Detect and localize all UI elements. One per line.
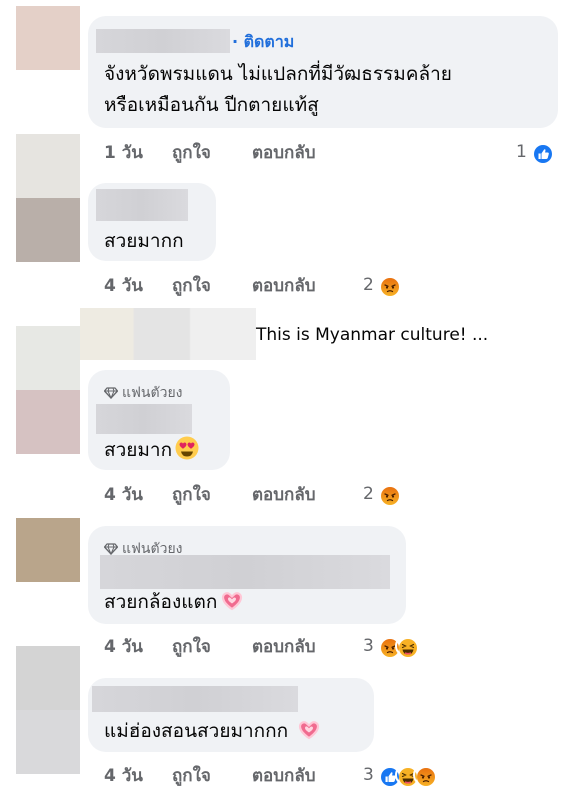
heart-eyes-icon bbox=[174, 435, 200, 470]
reply-button[interactable]: ตอบกลับ bbox=[252, 762, 316, 789]
like-button[interactable]: ถูกใจ bbox=[172, 139, 252, 166]
reply-button[interactable]: ตอบกลับ bbox=[252, 633, 316, 660]
like-button[interactable]: ถูกใจ bbox=[172, 272, 252, 299]
angry-icon bbox=[412, 764, 435, 786]
comment-text: แม่ฮ่องสอนสวยมากกก bbox=[104, 716, 322, 751]
reaction-count: 3 bbox=[363, 636, 374, 656]
comment-text: สวยกล้องแตก bbox=[104, 587, 245, 622]
commenter-name-redacted[interactable] bbox=[92, 686, 298, 712]
follow-link[interactable]: · ติดตาม bbox=[232, 30, 294, 55]
diamond-icon bbox=[104, 543, 118, 555]
comment-text-content: สวยกล้องแตก bbox=[104, 591, 218, 613]
comment-text-content: แม่ฮ่องสอนสวยมากกก bbox=[104, 720, 295, 742]
comment-text-line-2: หรือเหมือนกัน ปีกตายแท้สู bbox=[104, 94, 319, 116]
sparkling-heart-icon bbox=[296, 716, 322, 751]
avatar[interactable] bbox=[16, 198, 80, 262]
avatar[interactable] bbox=[16, 326, 80, 390]
avatar[interactable] bbox=[16, 390, 80, 454]
avatar[interactable] bbox=[16, 518, 80, 582]
reaction-summary[interactable]: 3 bbox=[363, 633, 417, 659]
sparkling-heart-icon bbox=[219, 587, 245, 622]
comment-time[interactable]: 4 วัน bbox=[104, 633, 172, 660]
comment-text: สวยมากก bbox=[104, 230, 184, 252]
top-fan-badge: แฟนตัวยง bbox=[104, 382, 183, 404]
comment-actions: 4 วัน ถูกใจ ตอบกลับ bbox=[104, 481, 316, 507]
badge-label: แฟนตัวยง bbox=[122, 385, 183, 401]
diamond-icon bbox=[104, 387, 118, 399]
reply-button[interactable]: ตอบกลับ bbox=[252, 481, 316, 508]
reaction-count: 1 bbox=[516, 142, 527, 162]
comment-text: This is Myanmar culture! ... bbox=[256, 325, 489, 345]
comment-actions: 4 วัน ถูกใจ ตอบกลับ bbox=[104, 762, 316, 788]
reaction-count: 2 bbox=[363, 275, 374, 295]
comment-time[interactable]: 4 วัน bbox=[104, 762, 172, 789]
reaction-count: 3 bbox=[363, 765, 374, 785]
comment-time[interactable]: 1 วัน bbox=[104, 139, 172, 166]
comment-actions: 4 วัน ถูกใจ ตอบกลับ bbox=[104, 272, 316, 298]
comment-time[interactable]: 4 วัน bbox=[104, 481, 172, 508]
like-button[interactable]: ถูกใจ bbox=[172, 481, 252, 508]
reaction-count: 2 bbox=[363, 484, 374, 504]
avatar[interactable] bbox=[16, 710, 80, 774]
like-button[interactable]: ถูกใจ bbox=[172, 633, 252, 660]
angry-icon bbox=[376, 274, 399, 296]
avatar[interactable] bbox=[16, 134, 80, 198]
haha-icon bbox=[394, 635, 417, 657]
reaction-summary[interactable]: 1 bbox=[516, 139, 552, 165]
like-icon bbox=[529, 141, 552, 163]
avatar[interactable] bbox=[16, 646, 80, 710]
comment-text-content: สวยมาก bbox=[104, 439, 173, 461]
reaction-summary[interactable]: 3 bbox=[363, 762, 435, 788]
reaction-summary[interactable]: 2 bbox=[363, 481, 399, 507]
reaction-summary[interactable]: 2 bbox=[363, 272, 399, 298]
commenter-name-redacted[interactable] bbox=[96, 189, 188, 221]
comment-actions: 1 วัน ถูกใจ ตอบกลับ bbox=[104, 139, 316, 165]
reply-button[interactable]: ตอบกลับ bbox=[252, 272, 316, 299]
commenter-name-redacted[interactable] bbox=[96, 29, 230, 53]
commenter-name-redacted[interactable] bbox=[96, 404, 192, 434]
avatar[interactable] bbox=[16, 6, 80, 70]
angry-icon bbox=[376, 483, 399, 505]
comment-time[interactable]: 4 วัน bbox=[104, 272, 172, 299]
preview-image-redacted[interactable] bbox=[80, 308, 256, 360]
comment-text: สวยมาก bbox=[104, 435, 200, 470]
like-button[interactable]: ถูกใจ bbox=[172, 762, 252, 789]
commenter-name-redacted[interactable] bbox=[100, 555, 390, 589]
reply-button[interactable]: ตอบกลับ bbox=[252, 139, 316, 166]
comment-text-line-1: จังหวัดพรมแดน ไม่แปลกที่มีวัฒธรรมคล้าย bbox=[104, 63, 452, 85]
comment-actions: 4 วัน ถูกใจ ตอบกลับ bbox=[104, 633, 316, 659]
